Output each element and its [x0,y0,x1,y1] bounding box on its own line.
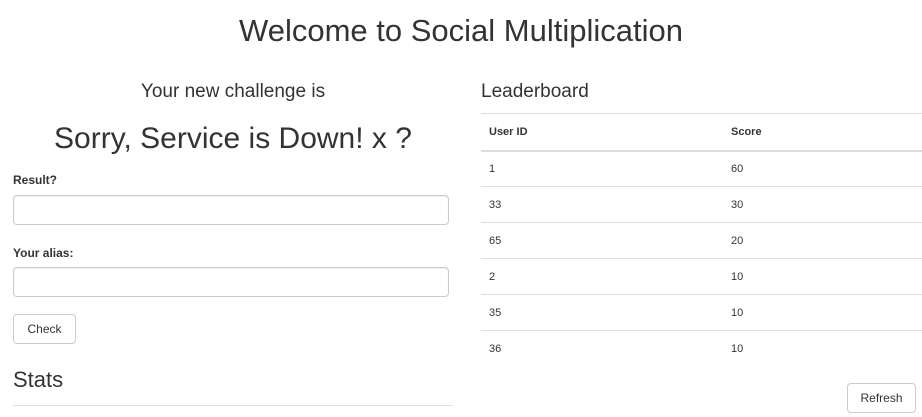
challenge-intro: Your new challenge is [140,81,326,102]
refresh-button[interactable]: Refresh [847,383,916,413]
leaderboard-panel: Leaderboard User ID Score 1 60 33 30 65 [481,0,922,417]
table-row: 65 20 [481,222,922,259]
user-id-cell: 65 [481,222,723,259]
stats-divider [13,405,453,406]
score-cell: 20 [723,222,922,259]
result-input[interactable] [13,195,449,225]
score-cell: 30 [723,186,922,223]
table-row: 35 10 [481,294,922,331]
user-id-cell: 35 [481,294,723,331]
user-id-cell: 33 [481,186,723,223]
alias-label: Your alias: [13,246,74,260]
table-row: 33 30 [481,186,922,223]
table-row: 36 10 [481,330,922,367]
challenge-text: Sorry, Service is Down! x ? [54,122,412,155]
column-header-user-id: User ID [481,113,723,152]
column-header-score: Score [723,113,922,152]
check-button[interactable]: Check [13,314,76,344]
leaderboard-table: User ID Score 1 60 33 30 65 20 2 10 35 1… [481,113,922,367]
user-id-cell: 2 [481,258,723,295]
table-header-row: User ID Score [481,113,922,152]
user-id-cell: 1 [481,150,723,187]
result-label: Result? [13,173,58,187]
leaderboard-heading: Leaderboard [481,81,589,102]
table-row: 2 10 [481,258,922,295]
challenge-panel: Your new challenge is Sorry, Service is … [13,0,453,417]
stats-heading: Stats [13,367,64,392]
score-cell: 60 [723,150,922,187]
score-cell: 10 [723,294,922,331]
score-cell: 10 [723,330,922,367]
user-id-cell: 36 [481,330,723,367]
score-cell: 10 [723,258,922,295]
alias-input[interactable] [13,267,449,297]
table-row: 1 60 [481,150,922,187]
page: Welcome to Social Multiplication Your ne… [0,0,922,417]
